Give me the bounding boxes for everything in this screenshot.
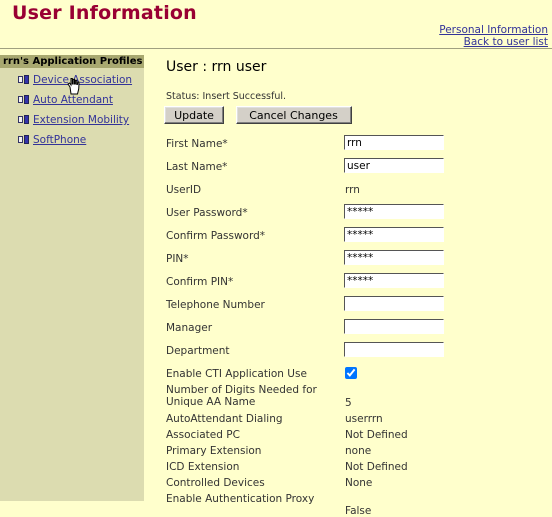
readonly-row-primary-extension: Primary Extension none [144,444,552,460]
associated-pc-label: Associated PC [166,429,240,441]
first-name-label: First Name* [166,138,228,150]
sidebar-item-softphone[interactable]: SoftPhone [18,133,86,147]
sidebar-item-auto-attendant[interactable]: Auto Attendant [18,93,113,107]
icd-extension-label: ICD Extension [166,461,240,473]
sidebar-item-label[interactable]: Device Association [33,74,132,86]
confirm-pin-label: Confirm PIN* [166,276,234,288]
telephone-number-label: Telephone Number [166,299,265,311]
personal-information-link[interactable]: Personal Information [439,24,548,36]
device-icon [18,95,29,104]
form-row-first-name: First Name* [144,135,552,158]
sidebar-item-extension-mobility[interactable]: Extension Mobility [18,113,129,127]
form-row-userid: UserID rrn [144,181,552,204]
pin-input[interactable] [344,250,444,265]
controlled-devices-label: Controlled Devices [166,477,265,489]
user-form: First Name* Last Name* UserID rrn User P… [144,135,552,517]
form-row-confirm-password: Confirm Password* [144,227,552,250]
device-icon [18,75,29,84]
page-title: User Information [12,2,197,24]
readonly-row-controlled-devices: Controlled Devices None [144,476,552,492]
pin-label: PIN* [166,253,189,265]
readonly-row-autoattendant-dialing: AutoAttendant Dialing userrrn [144,412,552,428]
sidebar-item-label[interactable]: Auto Attendant [33,94,113,106]
form-row-user-password: User Password* [144,204,552,227]
readonly-row-unique-aa-digits: Number of Digits Needed for Unique AA Na… [144,383,552,412]
controlled-devices-value: None [345,477,373,489]
unique-aa-digits-label: Number of Digits Needed for Unique AA Na… [166,384,317,408]
autoattendant-dialing-label: AutoAttendant Dialing [166,413,283,425]
update-button[interactable]: Update [164,106,224,124]
manager-label: Manager [166,322,213,334]
first-name-input[interactable] [344,135,444,150]
sidebar-header: rrn's Application Profiles [0,55,144,68]
enable-auth-proxy-label: Enable Authentication Proxy [166,493,315,505]
enable-cti-checkbox[interactable] [345,367,357,379]
manager-input[interactable] [344,319,444,334]
confirm-pin-input[interactable] [344,273,444,288]
readonly-row-enable-auth-proxy: Enable Authentication Proxy False [144,492,552,517]
primary-extension-value: none [345,445,372,457]
userid-value: rrn [345,184,360,196]
status-message: Status: Insert Successful. [166,91,287,102]
header-links: Personal Information Back to user list [439,24,548,48]
header-divider [0,48,552,49]
user-title: User : rrn user [166,59,267,75]
userid-label: UserID [166,184,202,196]
device-icon [18,135,29,144]
main-content: User : rrn user Status: Insert Successfu… [144,55,552,517]
user-password-label: User Password* [166,207,248,219]
sidebar-item-label[interactable]: Extension Mobility [33,114,129,126]
form-row-department: Department [144,342,552,365]
action-button-row: Update Cancel Changes [164,106,352,124]
confirm-password-label: Confirm Password* [166,230,266,242]
department-label: Department [166,345,230,357]
readonly-row-associated-pc: Associated PC Not Defined [144,428,552,444]
sidebar-item-device-association[interactable]: Device Association [18,73,132,87]
last-name-input[interactable] [344,158,444,173]
last-name-label: Last Name* [166,161,228,173]
associated-pc-value: Not Defined [345,429,408,441]
telephone-number-input[interactable] [344,296,444,311]
form-row-last-name: Last Name* [144,158,552,181]
form-row-telephone-number: Telephone Number [144,296,552,319]
enable-auth-proxy-value: False [345,505,372,517]
form-row-manager: Manager [144,319,552,342]
icd-extension-value: Not Defined [345,461,408,473]
form-row-enable-cti: Enable CTI Application Use [144,365,552,383]
sidebar: rrn's Application Profiles Device Associ… [0,55,144,501]
sidebar-item-label[interactable]: SoftPhone [33,134,86,146]
back-to-user-list-link[interactable]: Back to user list [439,36,548,48]
autoattendant-dialing-value: userrrn [345,413,383,425]
confirm-password-input[interactable] [344,227,444,242]
readonly-row-icd-extension: ICD Extension Not Defined [144,460,552,476]
unique-aa-digits-value: 5 [345,397,352,409]
cancel-changes-button[interactable]: Cancel Changes [235,106,352,124]
form-row-confirm-pin: Confirm PIN* [144,273,552,296]
user-password-input[interactable] [344,204,444,219]
form-row-pin: PIN* [144,250,552,273]
primary-extension-label: Primary Extension [166,445,262,457]
device-icon [18,115,29,124]
page-header: User Information Personal Information Ba… [0,0,552,48]
enable-cti-label: Enable CTI Application Use [166,368,307,380]
department-input[interactable] [344,342,444,357]
